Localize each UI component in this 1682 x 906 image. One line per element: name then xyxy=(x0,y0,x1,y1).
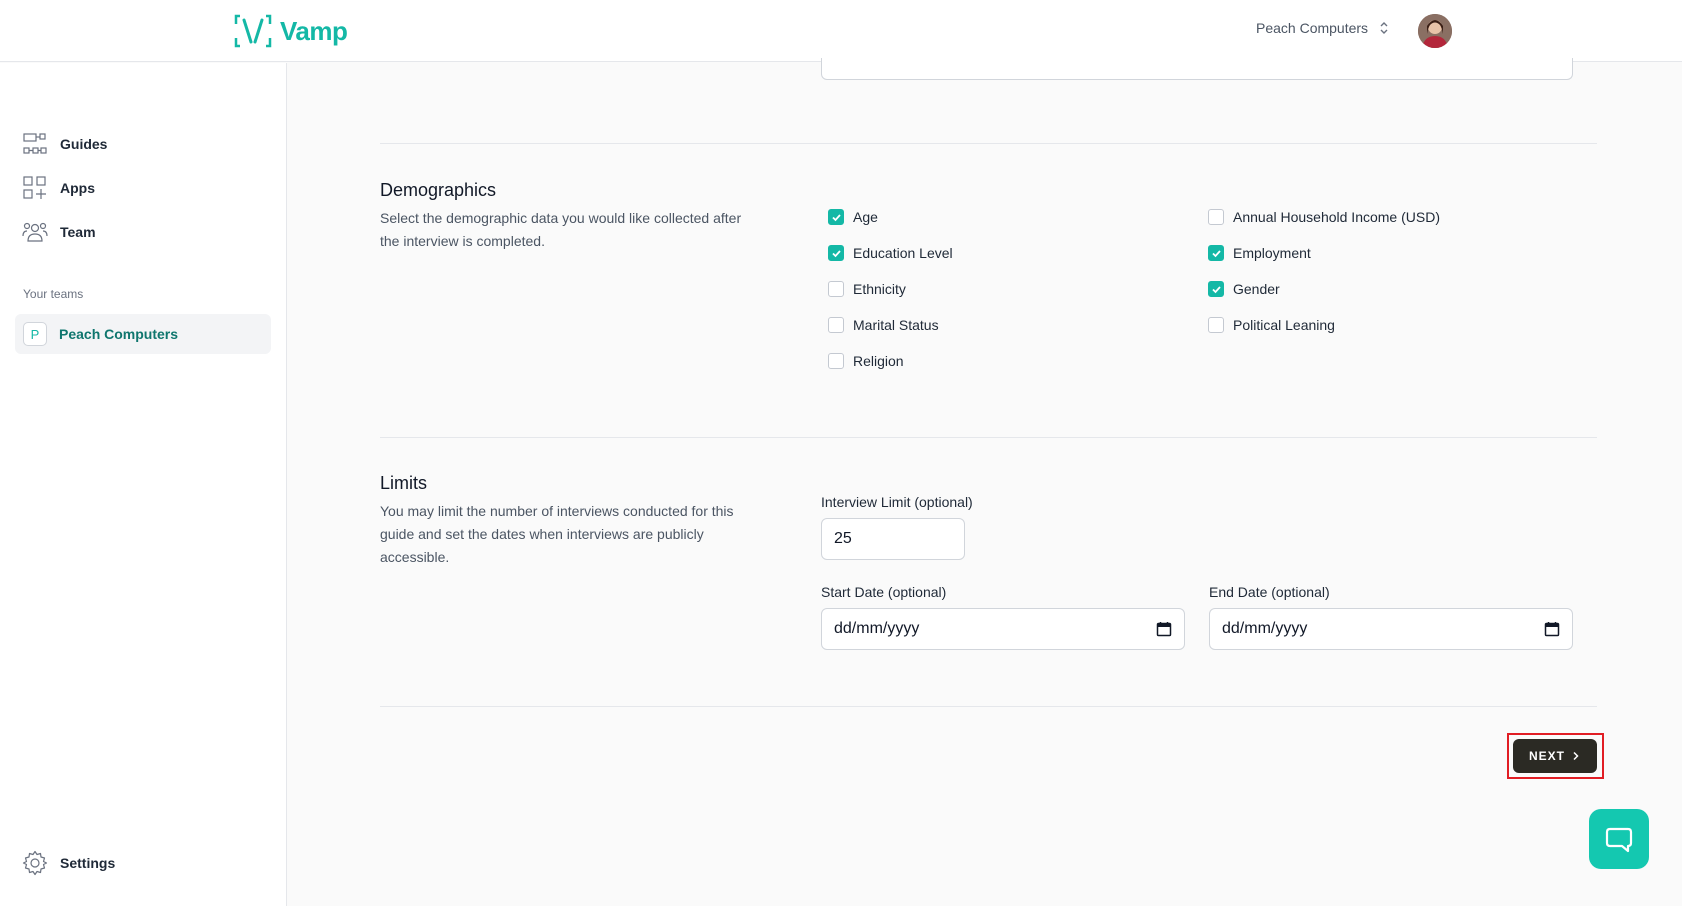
checkbox-label: Marital Status xyxy=(853,317,939,333)
limits-title: Limits xyxy=(380,473,428,493)
checkbox-religion[interactable]: Religion xyxy=(828,353,904,369)
demographics-description: Select the demographic data you would li… xyxy=(380,210,742,249)
start-date-placeholder: dd/mm/yyyy xyxy=(834,620,920,637)
checkbox-label: Age xyxy=(853,209,878,225)
sidebar-item-apps[interactable]: Apps xyxy=(22,175,95,201)
checkbox-label: Ethnicity xyxy=(853,281,906,297)
avatar[interactable] xyxy=(1418,14,1452,48)
gear-icon xyxy=(22,850,48,876)
checkbox-gender[interactable]: Gender xyxy=(1208,281,1280,297)
checkbox-ethnicity[interactable]: Ethnicity xyxy=(828,281,906,297)
end-date-placeholder: dd/mm/yyyy xyxy=(1222,620,1308,637)
checkbox-box[interactable] xyxy=(1208,317,1224,333)
calendar-icon[interactable] xyxy=(1156,621,1172,637)
checkbox-marital-status[interactable]: Marital Status xyxy=(828,317,939,333)
section-divider xyxy=(380,706,1597,707)
app-logo[interactable]: Vamp xyxy=(234,12,348,50)
guides-icon xyxy=(23,133,47,154)
interview-limit-input[interactable] xyxy=(821,518,965,560)
checkbox-label: Religion xyxy=(853,353,904,369)
sidebar-item-label: Guides xyxy=(60,136,108,152)
checkbox-annual-household-income[interactable]: Annual Household Income (USD) xyxy=(1208,209,1440,225)
checkbox-box[interactable] xyxy=(828,353,844,369)
end-date-label: End Date (optional) xyxy=(1209,584,1330,600)
user-avatar-icon xyxy=(1418,14,1452,48)
sidebar-item-label: Team xyxy=(60,224,96,240)
team-initial-badge: P xyxy=(23,322,47,346)
sidebar-item-team[interactable]: Team xyxy=(22,219,96,245)
top-bar: Vamp Peach Computers xyxy=(0,0,1682,62)
sidebar-team-peach-computers[interactable]: P Peach Computers xyxy=(15,314,271,354)
end-date-input[interactable]: dd/mm/yyyy xyxy=(1209,608,1573,650)
sidebar-item-guides[interactable]: Guides xyxy=(22,131,107,157)
checkbox-box[interactable] xyxy=(828,281,844,297)
your-teams-heading: Your teams xyxy=(23,287,84,301)
sidebar: Guides Apps Team Your teams P Peach Comp… xyxy=(0,63,287,906)
checkbox-label: Employment xyxy=(1233,245,1311,261)
checkbox-label: Gender xyxy=(1233,281,1280,297)
checkbox-box[interactable] xyxy=(828,245,844,261)
checkbox-label: Political Leaning xyxy=(1233,317,1335,333)
next-button-label: NEXT xyxy=(1528,749,1565,763)
start-date-input[interactable]: dd/mm/yyyy xyxy=(821,608,1185,650)
check-icon xyxy=(1211,249,1221,257)
check-icon xyxy=(831,249,841,257)
checkbox-political-leaning[interactable]: Political Leaning xyxy=(1208,317,1335,333)
checkbox-label: Education Level xyxy=(853,245,953,261)
check-icon xyxy=(831,213,841,221)
limits-description: You may limit the number of interviews c… xyxy=(380,503,734,565)
checkbox-box[interactable] xyxy=(1208,209,1224,225)
checkbox-employment[interactable]: Employment xyxy=(1208,245,1311,261)
vamp-logo-icon xyxy=(234,14,272,48)
checkbox-box[interactable] xyxy=(1208,245,1224,261)
section-divider xyxy=(380,143,1597,144)
checkbox-label: Annual Household Income (USD) xyxy=(1233,209,1440,225)
team-name: Peach Computers xyxy=(59,326,179,342)
checkbox-box[interactable] xyxy=(1208,281,1224,297)
calendar-icon[interactable] xyxy=(1544,621,1560,637)
description-textarea[interactable] xyxy=(821,58,1573,80)
chevron-right-icon xyxy=(1573,751,1579,761)
sidebar-item-label: Apps xyxy=(60,180,95,196)
start-date-label: Start Date (optional) xyxy=(821,584,947,600)
app-name: Vamp xyxy=(280,15,348,46)
apps-icon xyxy=(23,176,46,199)
team-icon xyxy=(22,222,48,242)
next-button[interactable]: NEXT xyxy=(1513,739,1597,773)
chevron-up-down-icon xyxy=(1380,22,1388,34)
checkbox-age[interactable]: Age xyxy=(828,209,878,225)
section-divider xyxy=(380,437,1597,438)
interview-limit-label: Interview Limit (optional) xyxy=(821,494,973,510)
checkbox-education-level[interactable]: Education Level xyxy=(828,245,953,261)
checkbox-box[interactable] xyxy=(828,317,844,333)
demographics-title: Demographics xyxy=(380,180,497,200)
checkbox-box[interactable] xyxy=(828,209,844,225)
sidebar-item-label: Settings xyxy=(60,855,116,871)
chat-bubble-icon xyxy=(1605,827,1633,853)
team-switcher[interactable]: Peach Computers xyxy=(1256,20,1390,36)
help-chat-button[interactable] xyxy=(1589,809,1649,869)
sidebar-item-settings[interactable]: Settings xyxy=(22,850,115,876)
team-switcher-label: Peach Computers xyxy=(1256,20,1369,36)
check-icon xyxy=(1211,285,1221,293)
